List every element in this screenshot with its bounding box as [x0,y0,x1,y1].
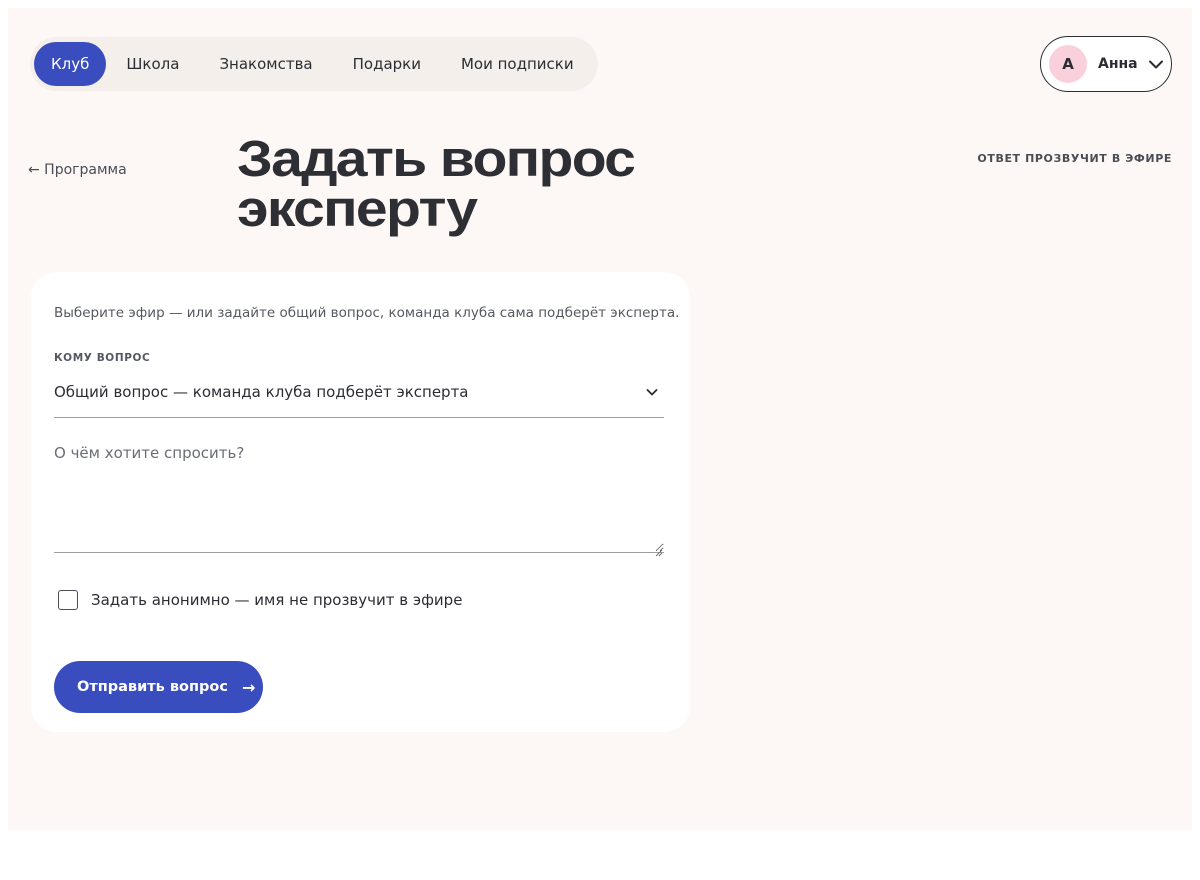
nav-item-gifts[interactable]: Подарки [333,42,441,86]
recipient-label: КОМУ ВОПРОС [54,352,151,364]
chevron-down-icon [1148,56,1164,72]
anonymous-option[interactable]: Задать анонимно — имя не прозвучит в эфи… [58,590,462,610]
page-background: Клуб Школа Знакомства Подарки Мои подпис… [8,8,1192,830]
broadcast-note: ОТВЕТ ПРОЗВУЧИТ В ЭФИРЕ [977,152,1172,165]
arrow-right-icon: → [241,677,256,697]
recipient-select[interactable]: Общий вопрос — команда клуба подберёт эк… [54,372,664,418]
anonymous-label: Задать анонимно — имя не прозвучит в эфи… [91,591,463,609]
main-nav: Клуб Школа Знакомства Подарки Мои подпис… [30,37,598,91]
nav-item-club[interactable]: Клуб [34,42,107,86]
page-title: Задать вопрос эксперту [237,130,636,237]
user-name: Анна [1098,56,1138,72]
question-form-card: Выберите эфир — или задайте общий вопрос… [31,272,690,732]
question-textarea[interactable] [54,442,664,553]
chevron-down-icon [644,384,660,400]
anonymous-checkbox[interactable] [58,590,78,610]
nav-item-school[interactable]: Школа [106,42,199,86]
avatar: А [1049,45,1087,83]
nav-item-subscriptions[interactable]: Мои подписки [441,42,594,86]
nav-item-dating[interactable]: Знакомства [199,42,332,86]
form-intro: Выберите эфир — или задайте общий вопрос… [54,305,680,321]
submit-label: Отправить вопрос [77,679,228,695]
submit-question-button[interactable]: Отправить вопрос → [54,661,263,713]
resize-grip-icon[interactable] [653,542,663,557]
back-link-program[interactable]: ← Программа [28,162,127,178]
recipient-select-value: Общий вопрос — команда клуба подберёт эк… [54,382,469,401]
user-menu-button[interactable]: А Анна [1040,36,1172,92]
